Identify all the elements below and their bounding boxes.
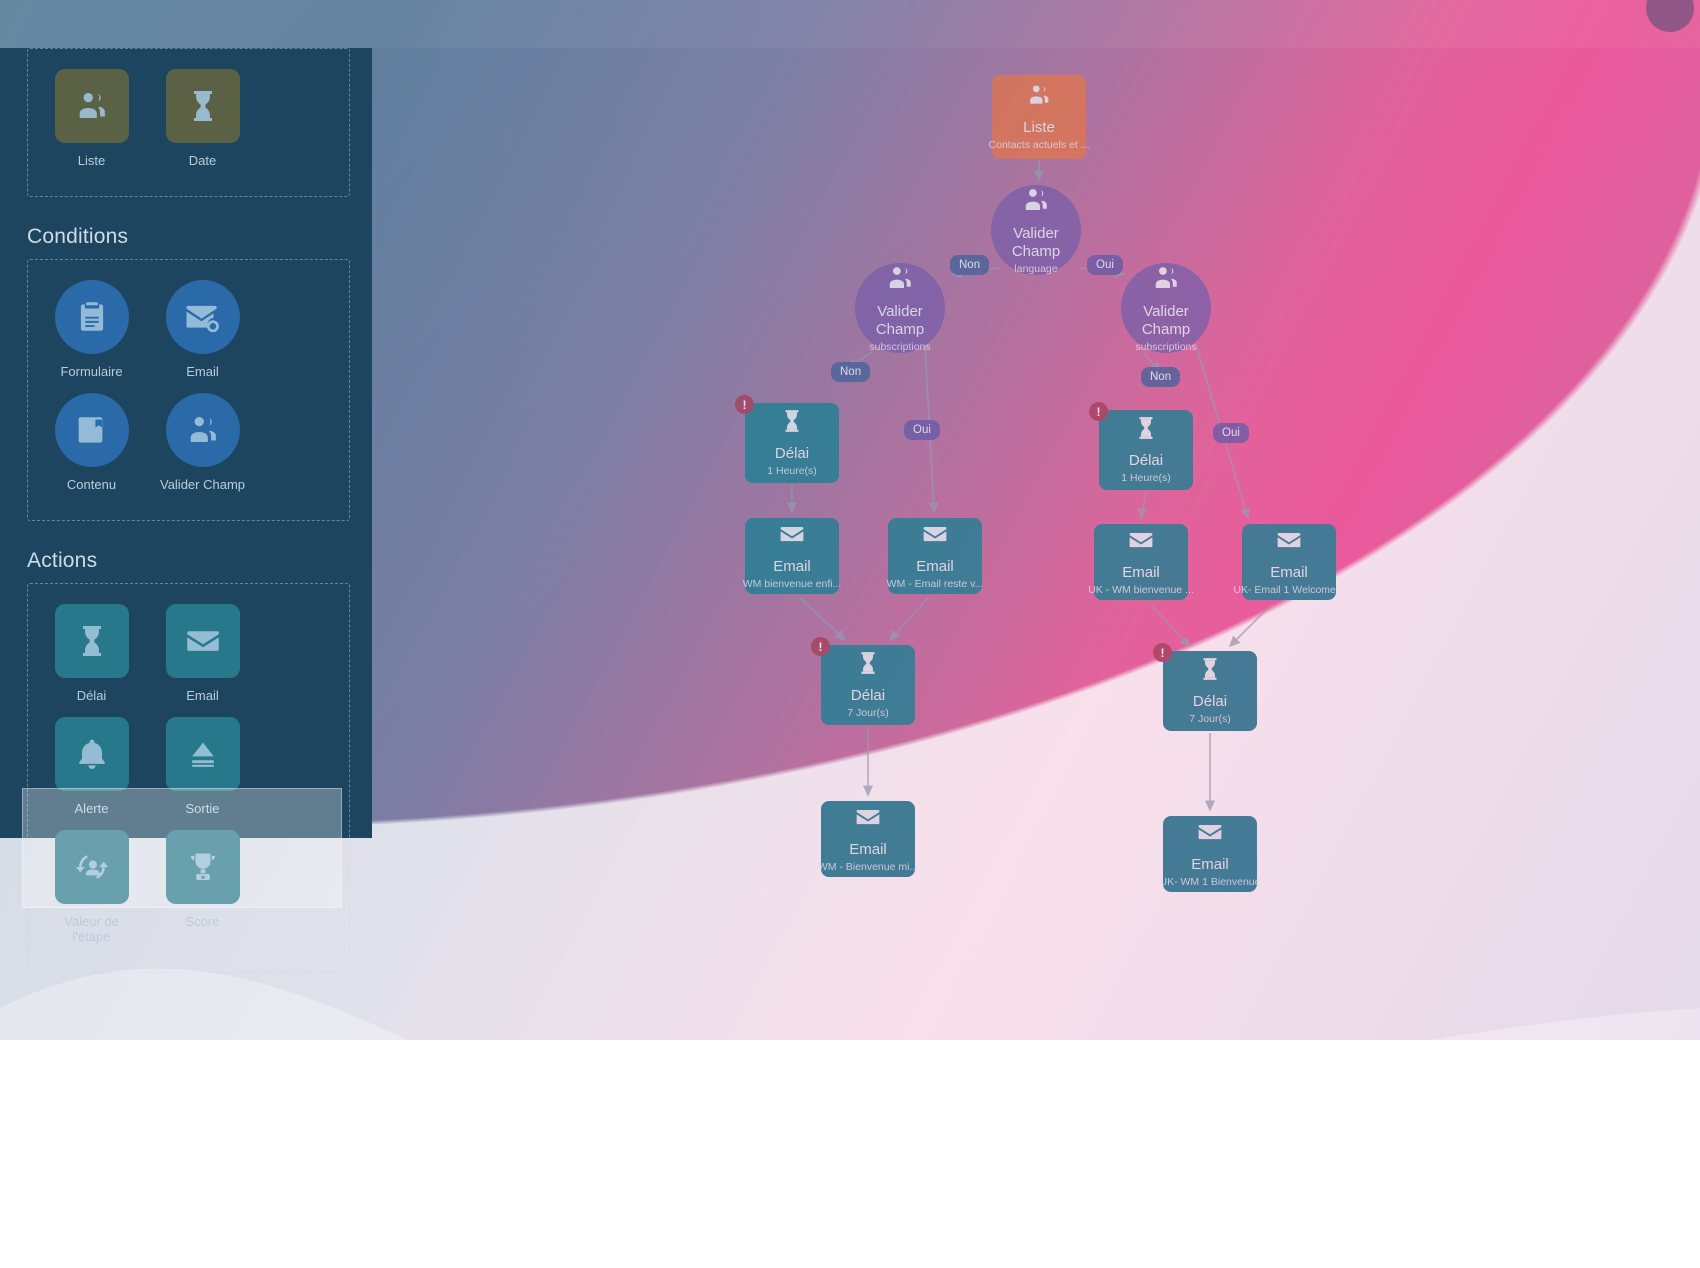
envelope-icon xyxy=(779,521,805,558)
flow-node-email[interactable]: Email WM - Email reste v... xyxy=(887,518,983,594)
palette-item-label: Email xyxy=(186,688,219,703)
flow-node-subtitle: language xyxy=(1014,263,1058,275)
users-icon xyxy=(1151,263,1181,303)
hourglass-icon xyxy=(779,408,805,445)
flow-node-subtitle: WM bienvenue enfi... xyxy=(742,578,842,590)
palette-item-label: Contenu xyxy=(66,477,117,492)
flow-node-title: Délai xyxy=(1128,452,1164,469)
envelope-icon xyxy=(1128,527,1154,564)
section-title-conditions: Conditions xyxy=(27,225,129,248)
palette-item-label: Date xyxy=(188,153,217,168)
palette-item-label: Formulaire xyxy=(60,364,123,379)
clipboard-icon xyxy=(54,280,129,354)
edge-label-non: Non xyxy=(831,362,871,382)
edge-label-non: Non xyxy=(950,255,990,275)
flow-node-d-lai[interactable]: Délai 1 Heure(s) xyxy=(1099,410,1193,490)
envelope-icon xyxy=(922,521,948,558)
hourglass-icon xyxy=(165,69,240,143)
users-icon xyxy=(1026,82,1052,119)
flow-node-subtitle: subscriptions xyxy=(869,341,931,353)
users-icon xyxy=(885,263,915,303)
flow-node-warning-badge[interactable]: ! xyxy=(735,395,754,414)
flow-node-title: Valider Champ xyxy=(1141,303,1191,338)
flow-node-subtitle: 1 Heure(s) xyxy=(767,465,817,477)
palette-item-label: Email xyxy=(186,364,219,379)
envelope-search-icon xyxy=(165,280,240,354)
flow-node-valider-champ[interactable]: Valider Champ language xyxy=(991,185,1081,275)
envelope-icon xyxy=(1276,527,1302,564)
flow-node-valider-champ[interactable]: Valider Champ subscriptions xyxy=(855,263,945,353)
palette-group-triggers[interactable]: Liste Date xyxy=(27,48,350,197)
flow-node-title: Délai xyxy=(850,687,886,704)
users-icon xyxy=(1021,185,1051,225)
hourglass-icon xyxy=(54,604,129,678)
flow-node-subtitle: WM - Email reste v... xyxy=(886,578,984,590)
palette-item-label: Liste xyxy=(77,153,106,168)
flow-node-title: Email xyxy=(916,558,954,575)
wave-shape xyxy=(0,1063,1700,1268)
palette-group-conditions[interactable]: Formulaire Email Contenu Valider Champ xyxy=(27,259,350,521)
flow-node-email[interactable]: Email UK - WM bienvenue ... xyxy=(1088,524,1194,600)
palette-item-label: Délai xyxy=(76,688,107,703)
palette-item-liste[interactable]: Liste xyxy=(46,69,137,168)
users-icon xyxy=(165,393,240,467)
flow-node-subtitle: 1 Heure(s) xyxy=(1121,472,1171,484)
flow-node-warning-badge[interactable]: ! xyxy=(811,637,830,656)
flow-node-email[interactable]: Email UK- Email 1 Welcome... xyxy=(1233,524,1345,600)
flow-node-d-lai[interactable]: Délai 1 Heure(s) xyxy=(745,403,839,483)
hourglass-icon xyxy=(1197,656,1223,693)
flow-node-subtitle: UK- Email 1 Welcome... xyxy=(1233,584,1345,596)
screen-root: Liste Contacts actuels et ... Valider Cham… xyxy=(0,0,1700,1268)
palette-item-contenu[interactable]: Contenu xyxy=(46,393,137,492)
hourglass-icon xyxy=(855,650,881,687)
palette-item-d-lai[interactable]: Délai xyxy=(46,604,137,703)
palette-item-valider-champ[interactable]: Valider Champ xyxy=(157,393,248,492)
flow-node-subtitle: subscriptions xyxy=(1135,341,1197,353)
flow-node-title: Email xyxy=(1122,564,1160,581)
flow-node-title: Email xyxy=(773,558,811,575)
book-icon xyxy=(54,393,129,467)
flow-node-subtitle: Contacts actuels et ... xyxy=(988,139,1090,151)
flow-node-warning-badge[interactable]: ! xyxy=(1153,643,1172,662)
edge-label-oui: Oui xyxy=(1087,255,1123,275)
flow-node-warning-badge[interactable]: ! xyxy=(1089,402,1108,421)
palette-item-email[interactable]: Email xyxy=(157,280,248,379)
users-icon xyxy=(54,69,129,143)
palette-item-label: Valider Champ xyxy=(159,477,246,492)
edge-label-oui: Oui xyxy=(904,420,940,440)
palette-item-date[interactable]: Date xyxy=(157,69,248,168)
flow-node-title: Délai xyxy=(774,445,810,462)
edge-label-oui: Oui xyxy=(1213,423,1249,443)
section-title-actions: Actions xyxy=(27,549,98,572)
flow-node-title: Valider Champ xyxy=(1011,225,1061,260)
flow-node-liste[interactable]: Liste Contacts actuels et ... xyxy=(989,75,1089,159)
hourglass-icon xyxy=(1133,415,1159,452)
edge-label-non: Non xyxy=(1141,367,1181,387)
flow-node-email[interactable]: Email WM bienvenue enfi... xyxy=(743,518,841,594)
flow-node-valider-champ[interactable]: Valider Champ subscriptions xyxy=(1121,263,1211,353)
flow-node-title: Email xyxy=(1270,564,1308,581)
palette-item-email[interactable]: Email xyxy=(157,604,248,703)
flow-node-title: Liste xyxy=(1023,119,1055,136)
envelope-icon xyxy=(165,604,240,678)
palette-item-formulaire[interactable]: Formulaire xyxy=(46,280,137,379)
flow-node-title: Valider Champ xyxy=(875,303,925,338)
flow-node-subtitle: UK - WM bienvenue ... xyxy=(1088,584,1194,596)
